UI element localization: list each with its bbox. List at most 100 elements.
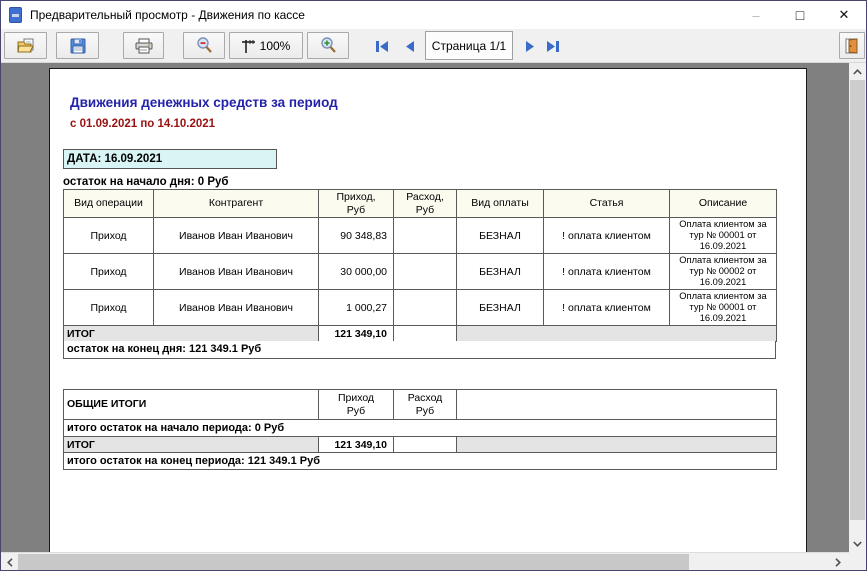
first-page-arrow-icon (375, 40, 389, 53)
cell-payment: БЕЗНАЛ (457, 254, 544, 290)
summary-total-row: ИТОГ 121 349,10 (64, 437, 777, 453)
scrollbar-corner (849, 552, 866, 571)
next-page-arrow-icon (525, 40, 536, 53)
cell-description: Оплата клиентом за тур № 00002 от 16.09.… (670, 254, 777, 290)
summary-total-prihod: 121 349,10 (319, 437, 394, 453)
cell-contragent: Иванов Иван Иванович (154, 290, 319, 326)
cell-rashod (394, 290, 457, 326)
cell-contragent: Иванов Иван Иванович (154, 254, 319, 290)
summary-closing: итого остаток на конец периода: 121 349.… (64, 453, 777, 470)
closing-balance: остаток на конец дня: 121 349.1 Руб (63, 341, 776, 359)
table-row: Приход Иванов Иван Иванович 90 348,83 БЕ… (64, 218, 777, 254)
cell-article: ! оплата клиентом (544, 254, 670, 290)
last-page-button[interactable] (542, 34, 564, 58)
folder-open-icon (17, 38, 35, 54)
total-label: ИТОГ (64, 326, 319, 342)
header-payment: Вид оплаты (457, 190, 544, 218)
cell-payment: БЕЗНАЛ (457, 218, 544, 254)
total-prihod: 121 349,10 (319, 326, 394, 342)
cell-op: Приход (64, 290, 154, 326)
summary-col-prihod: Приход Руб (319, 390, 394, 420)
print-button[interactable] (123, 32, 164, 59)
cell-payment: БЕЗНАЛ (457, 290, 544, 326)
chevron-left-icon (7, 558, 13, 567)
summary-col-rashod: Расход Руб (394, 390, 457, 420)
window-title: Предварительный просмотр - Движения по к… (30, 8, 734, 22)
summary-total-label: ИТОГ (64, 437, 319, 453)
toolbar: 100% Страница 1/1 (1, 29, 866, 63)
total-filler (457, 326, 777, 342)
chevron-up-icon (853, 69, 862, 75)
horizontal-scrollbar[interactable] (1, 552, 851, 571)
door-icon (844, 38, 860, 54)
summary-opening: итого остаток на начало периода: 0 Руб (64, 420, 777, 437)
printer-icon (135, 38, 153, 54)
cell-contragent: Иванов Иван Иванович (154, 218, 319, 254)
horizontal-scroll-thumb[interactable] (18, 554, 689, 570)
last-page-arrow-icon (546, 40, 560, 53)
header-article: Статья (544, 190, 670, 218)
close-button[interactable]: ✕ (822, 1, 866, 29)
report-period: с 01.09.2021 по 14.10.2021 (70, 118, 215, 130)
cell-article: ! оплата клиентом (544, 290, 670, 326)
summary-closing-row: итого остаток на конец периода: 121 349.… (64, 453, 777, 470)
zoom-in-button[interactable] (307, 32, 349, 59)
summary-col-empty (457, 390, 777, 420)
report-page: Движения денежных средств за период с 01… (49, 68, 807, 552)
total-row: ИТОГ 121 349,10 (64, 326, 777, 342)
table-row: Приход Иванов Иван Иванович 30 000,00 БЕ… (64, 254, 777, 290)
scroll-up-button[interactable] (849, 63, 866, 80)
magnifier-plus-icon (320, 37, 337, 54)
header-prihod: Приход, Руб (319, 190, 394, 218)
cell-prihod: 1 000,27 (319, 290, 394, 326)
vertical-scrollbar[interactable] (849, 63, 866, 552)
open-button[interactable] (4, 32, 47, 59)
header-op: Вид операции (64, 190, 154, 218)
magnifier-minus-icon (196, 37, 213, 54)
floppy-disk-icon (70, 38, 86, 54)
cell-op: Приход (64, 218, 154, 254)
ruler-icon (242, 38, 256, 54)
cell-rashod (394, 254, 457, 290)
total-rashod (394, 326, 457, 342)
summary-total-rashod (394, 437, 457, 453)
app-icon (9, 7, 22, 23)
header-description: Описание (670, 190, 777, 218)
table-row: Приход Иванов Иван Иванович 1 000,27 БЕЗ… (64, 290, 777, 326)
summary-title: ОБЩИЕ ИТОГИ (64, 390, 319, 420)
table-header-row: Вид операции Контрагент Приход, Руб Расх… (64, 190, 777, 218)
cell-op: Приход (64, 254, 154, 290)
summary-opening-row: итого остаток на начало периода: 0 Руб (64, 420, 777, 437)
cell-description: Оплата клиентом за тур № 00001 от 16.09.… (670, 290, 777, 326)
summary-header-row: ОБЩИЕ ИТОГИ Приход Руб Расход Руб (64, 390, 777, 420)
summary-table: ОБЩИЕ ИТОГИ Приход Руб Расход Руб итого … (63, 389, 777, 470)
cell-prihod: 30 000,00 (319, 254, 394, 290)
exit-button[interactable] (839, 32, 865, 59)
chevron-down-icon (853, 541, 862, 547)
header-contragent: Контрагент (154, 190, 319, 218)
report-date-box: ДАТА: 16.09.2021 (63, 149, 277, 169)
maximize-button[interactable]: □ (778, 1, 822, 29)
header-rashod: Расход, Руб (394, 190, 457, 218)
cell-rashod (394, 218, 457, 254)
zoom-level-label: 100% (260, 39, 291, 53)
prev-page-arrow-icon (404, 40, 415, 53)
preview-area: Движения денежных средств за период с 01… (1, 63, 851, 552)
save-button[interactable] (56, 32, 99, 59)
scroll-left-button[interactable] (1, 553, 18, 571)
prev-page-button[interactable] (398, 34, 420, 58)
vertical-scroll-thumb[interactable] (850, 80, 865, 520)
first-page-button[interactable] (371, 34, 393, 58)
scroll-down-button[interactable] (849, 535, 866, 552)
zoom-out-button[interactable] (183, 32, 225, 59)
scale-button[interactable]: 100% (229, 32, 303, 59)
minimize-button[interactable]: – (734, 1, 778, 29)
opening-balance: остаток на начало дня: 0 Руб (63, 176, 229, 188)
report-title: Движения денежных средств за период (70, 95, 338, 110)
scroll-right-button[interactable] (829, 553, 846, 571)
cell-description: Оплата клиентом за тур № 00001 от 16.09.… (670, 218, 777, 254)
cell-article: ! оплата клиентом (544, 218, 670, 254)
chevron-right-icon (835, 558, 841, 567)
titlebar: Предварительный просмотр - Движения по к… (1, 1, 866, 29)
next-page-button[interactable] (519, 34, 541, 58)
